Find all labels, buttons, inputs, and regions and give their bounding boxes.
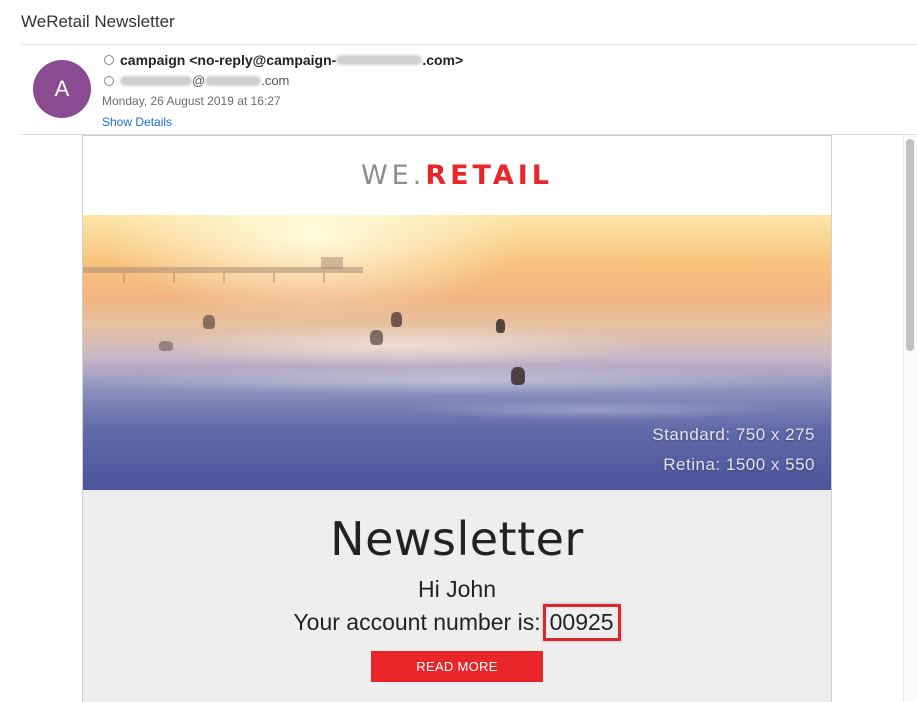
wave bbox=[403, 400, 783, 420]
pier-post bbox=[123, 273, 125, 283]
radio-circle-icon bbox=[104, 75, 114, 86]
logo-we: WE. bbox=[360, 160, 426, 191]
hero-image: Standard: 750 x 275 Retina: 1500 x 550 bbox=[83, 215, 831, 490]
wave bbox=[143, 323, 663, 367]
from-prefix: campaign <no-reply@campaign- bbox=[120, 52, 337, 68]
scrollbar-thumb[interactable] bbox=[906, 139, 914, 351]
radio-circle-icon bbox=[104, 55, 114, 65]
weretail-logo: WE. RETAIL bbox=[83, 136, 831, 215]
from-suffix: .com> bbox=[422, 52, 464, 68]
surfer bbox=[511, 367, 525, 385]
pier-post bbox=[173, 273, 175, 283]
message-subject: WeRetail Newsletter bbox=[21, 12, 175, 31]
surfer bbox=[496, 319, 505, 333]
show-details-link[interactable]: Show Details bbox=[102, 115, 172, 129]
wave bbox=[83, 365, 831, 395]
account-line: Your account number is: 00925 bbox=[83, 603, 831, 642]
surfer bbox=[370, 330, 383, 345]
redacted-text bbox=[120, 75, 192, 86]
to-line[interactable]: @ .com bbox=[104, 73, 289, 88]
pier-house bbox=[321, 257, 343, 269]
to-suffix: .com bbox=[261, 73, 290, 88]
surfer bbox=[203, 315, 215, 329]
account-label: Your account number is: bbox=[293, 609, 541, 636]
account-number: 00925 bbox=[542, 603, 621, 642]
greeting: Hi John bbox=[418, 576, 496, 602]
hero-caption-retina: Retina: 1500 x 550 bbox=[663, 455, 815, 474]
message-header: A campaign <no-reply@campaign- .com> @ .… bbox=[0, 45, 917, 135]
avatar: A bbox=[33, 60, 91, 118]
logo-retail: RETAIL bbox=[425, 160, 554, 191]
pier-post bbox=[323, 273, 325, 283]
to-at: @ bbox=[192, 73, 206, 88]
pier-post bbox=[223, 273, 225, 283]
redacted-text bbox=[336, 55, 423, 65]
hero-caption-standard: Standard: 750 x 275 bbox=[652, 425, 815, 444]
redacted-text bbox=[205, 75, 262, 86]
email-body: WE. RETAIL Standard: 750 x 275 Retina: 1… bbox=[82, 135, 832, 702]
read-more-button[interactable]: READ MORE bbox=[371, 651, 543, 683]
newsletter-content: Newsletter Hi John Your account number i… bbox=[83, 490, 831, 702]
message-date: Monday, 26 August 2019 at 16:27 bbox=[102, 94, 281, 108]
subject-bar: WeRetail Newsletter bbox=[0, 0, 917, 44]
surfer bbox=[159, 341, 173, 351]
pier-post bbox=[273, 273, 275, 283]
newsletter-title: Newsletter bbox=[330, 512, 584, 566]
surfer bbox=[391, 312, 402, 327]
from-line[interactable]: campaign <no-reply@campaign- .com> bbox=[104, 52, 463, 68]
